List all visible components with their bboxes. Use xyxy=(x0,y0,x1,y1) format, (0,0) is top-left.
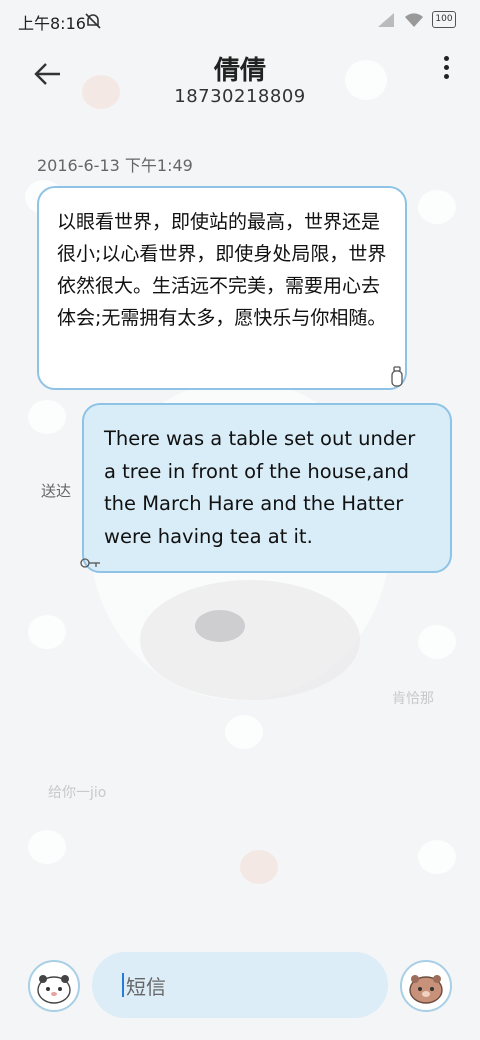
key-icon xyxy=(80,558,100,568)
contact-name: 倩倩 xyxy=(213,56,266,86)
wallpaper-text-a: 肯恰那 xyxy=(392,691,434,707)
message-input-placeholder: 短信 xyxy=(126,974,166,999)
mute-bell-icon xyxy=(85,13,101,29)
message-input[interactable]: 短信 xyxy=(92,952,388,1018)
status-bar: 上午8:16 100 xyxy=(0,0,480,40)
status-time: 上午8:16 xyxy=(18,14,86,33)
message-timestamp: 2016-6-13 下午1:49 xyxy=(37,156,193,175)
incoming-message-text: 以眼看世界，即使站的最高，世界还是很小;以心看世界，即使身处局限，世界依然很大。… xyxy=(57,211,387,329)
text-caret xyxy=(122,973,124,997)
outgoing-message-bubble[interactable]: There was a table set out under a tree i… xyxy=(82,403,452,573)
incoming-message-bubble[interactable]: 以眼看世界，即使站的最高，世界还是很小;以心看世界，即使身处局限，世界依然很大。… xyxy=(37,186,407,390)
status-icons: 100 xyxy=(376,11,456,28)
conversation-header: 倩倩 18730218809 xyxy=(0,40,480,130)
bottle-icon xyxy=(391,366,403,387)
sim-avatar-button[interactable] xyxy=(28,960,80,1012)
contact-phone: 18730218809 xyxy=(174,86,306,107)
battery-level: 100 xyxy=(435,14,453,24)
signal-icon xyxy=(378,12,394,27)
wifi-icon xyxy=(405,12,423,27)
battery-icon: 100 xyxy=(432,11,456,28)
send-avatar-button[interactable] xyxy=(400,960,452,1012)
bear-avatar-icon xyxy=(37,975,71,1004)
bear-avatar-icon xyxy=(409,975,443,1004)
delivery-status: 送达 xyxy=(41,482,72,500)
outgoing-message-text: There was a table set out under a tree i… xyxy=(104,427,416,548)
more-vert-icon[interactable] xyxy=(440,56,452,84)
composer-bar: 短信 xyxy=(0,948,480,1028)
wallpaper-text-b: 给你一jio xyxy=(48,785,107,801)
